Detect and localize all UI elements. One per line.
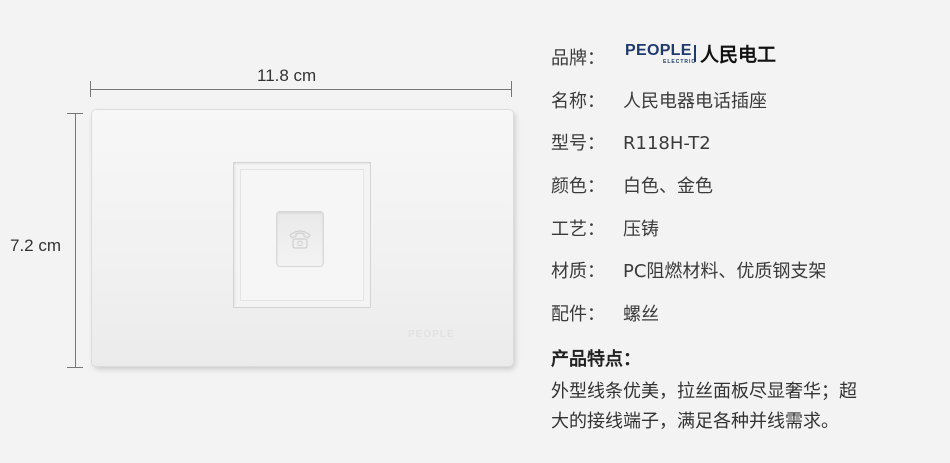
spec-row-color: 颜色： 白色、金色 bbox=[551, 172, 713, 198]
spec-value: R118H-T2 bbox=[623, 133, 711, 154]
spec-row-material: 材质： PC阻燃材料、优质钢支架 bbox=[551, 257, 826, 283]
spec-row-accessories: 配件： 螺丝 bbox=[551, 300, 659, 326]
spec-label: 颜色： bbox=[551, 176, 605, 197]
spec-label: 品牌： bbox=[551, 48, 605, 69]
spec-value: 压铸 bbox=[623, 219, 659, 240]
features-line: 外型线条优美，拉丝面板尽显奢华；超 bbox=[551, 381, 857, 402]
spec-label: 型号： bbox=[551, 133, 605, 154]
height-tick-top bbox=[67, 113, 83, 114]
spec-label: 工艺： bbox=[551, 219, 605, 240]
spec-value: PC阻燃材料、优质钢支架 bbox=[623, 261, 827, 282]
spec-label: 名称： bbox=[551, 91, 605, 112]
logo-people-text: PEOPLE bbox=[625, 42, 692, 59]
height-tick-bottom bbox=[67, 367, 83, 368]
logo-electric-text: ELECTRIC bbox=[663, 59, 696, 65]
width-dimension-label: 11.8 cm bbox=[257, 66, 317, 85]
spec-value: 人民电器电话插座 bbox=[623, 91, 767, 112]
logo-divider bbox=[694, 45, 696, 62]
spec-row-process: 工艺： 压铸 bbox=[551, 215, 659, 241]
height-dimension-line bbox=[75, 113, 76, 367]
height-dimension-label: 7.2 cm bbox=[10, 236, 62, 255]
spec-row-model: 型号： R118H-T2 bbox=[551, 129, 711, 155]
spec-row-name: 名称： 人民电器电话插座 bbox=[551, 87, 767, 113]
spec-row-brand: 品牌： bbox=[551, 44, 623, 70]
features-title: 产品特点： bbox=[551, 349, 641, 370]
spec-value: 白色、金色 bbox=[623, 176, 713, 197]
width-tick-left bbox=[90, 81, 91, 97]
telephone-icon bbox=[289, 230, 311, 249]
features-description: 外型线条优美，拉丝面板尽显奢华；超 大的接线端子，满足各种并线需求。 bbox=[551, 377, 911, 437]
spec-label: 材质： bbox=[551, 261, 605, 282]
logo-chinese-text: 人民电工 bbox=[700, 44, 777, 66]
width-dimension-line bbox=[90, 89, 512, 90]
phone-jack bbox=[277, 212, 323, 266]
plate-brand-mark: PEOPLE bbox=[408, 329, 455, 340]
width-tick-right bbox=[511, 81, 512, 97]
features-line: 大的接线端子，满足各种并线需求。 bbox=[551, 411, 839, 432]
spec-value: 螺丝 bbox=[623, 304, 659, 325]
spec-label: 配件： bbox=[551, 304, 605, 325]
